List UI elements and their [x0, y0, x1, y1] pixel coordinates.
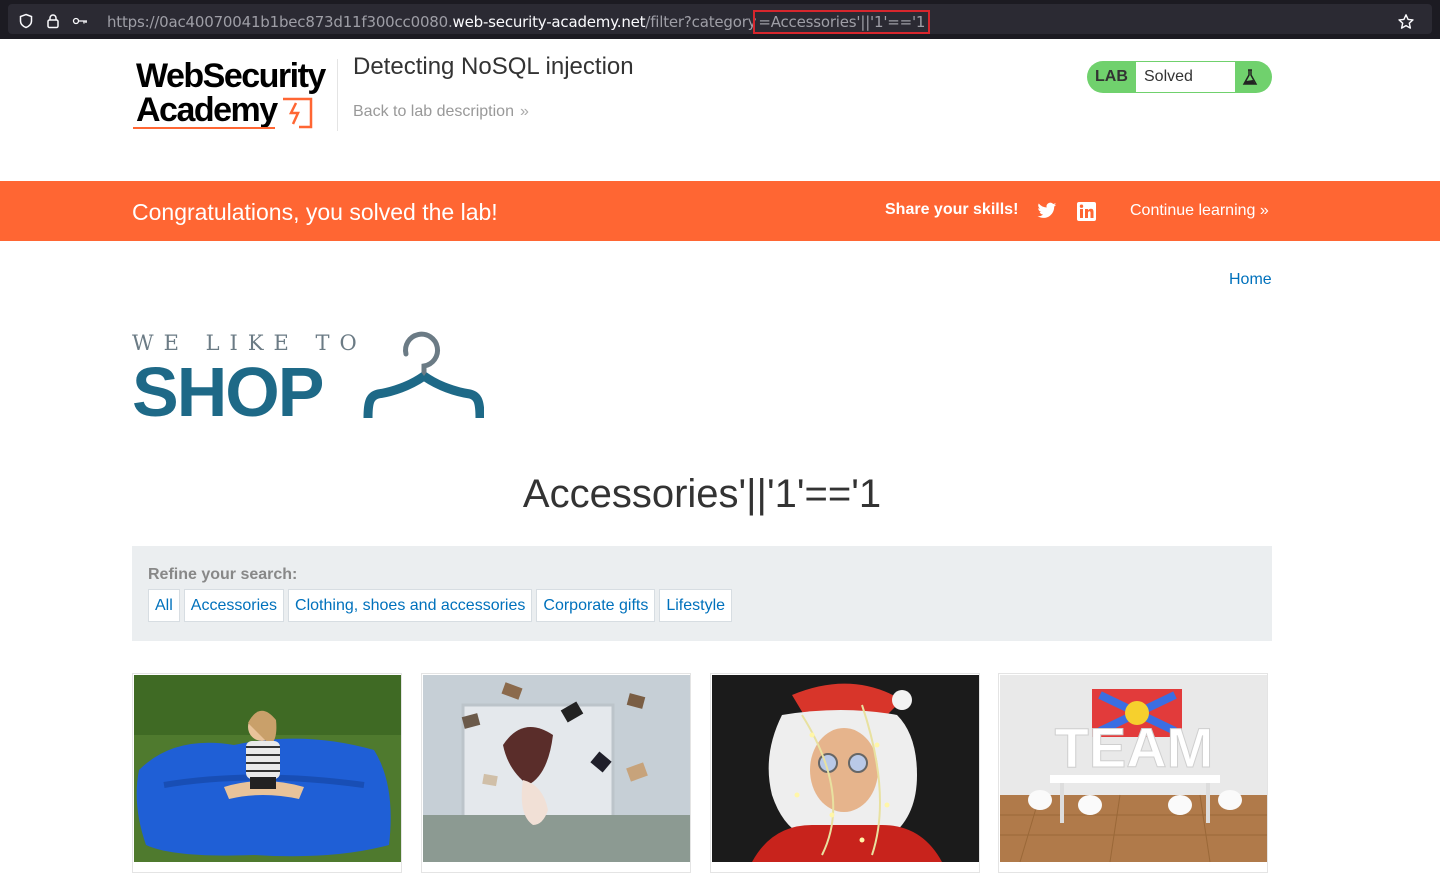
product-image-santa-lights[interactable]	[712, 675, 979, 862]
shield-icon[interactable]	[18, 13, 34, 29]
filter-clothing-shoes-accessories[interactable]: Clothing, shoes and accessories	[288, 589, 533, 622]
status-lab-label: LAB	[1095, 68, 1128, 85]
category-title: Accessories'||'1'=='1	[522, 472, 882, 516]
header-divider	[337, 59, 338, 131]
url-domain: web-security-academy.net	[452, 13, 646, 31]
share-skills-label: Share your skills!	[885, 201, 1019, 218]
hanger-icon	[363, 331, 484, 419]
status-text: Solved	[1136, 62, 1235, 92]
linkedin-icon[interactable]	[1077, 202, 1096, 221]
lab-header: WebSecurity Academy Detecting NoSQL inje…	[0, 39, 1440, 181]
shop-name: SHOP	[132, 353, 324, 431]
continue-learning-link[interactable]: Continue learning »	[1130, 202, 1269, 220]
shop-logo: WE LIKE TO SHOP	[132, 330, 484, 430]
url-prefix: https://0ac40070041b1bec873d11f300cc0080…	[107, 13, 453, 31]
refine-label: Refine your search:	[148, 566, 298, 583]
url-highlighted-payload: =Accessories'||'1'=='1	[753, 10, 931, 34]
flask-icon	[1242, 69, 1258, 85]
filter-accessories[interactable]: Accessories	[183, 589, 285, 622]
continue-learning-label: Continue learning	[1130, 202, 1256, 219]
logo-text-line1: WebSecurity	[136, 57, 326, 95]
lab-status-badge: LAB Solved	[1087, 61, 1272, 93]
solved-banner: Congratulations, you solved the lab! Sha…	[0, 181, 1440, 241]
twitter-icon[interactable]	[1037, 202, 1057, 220]
filter-all[interactable]: All	[148, 589, 180, 622]
congratulations-message: Congratulations, you solved the lab!	[132, 199, 498, 225]
logo-text-line2: Academy	[136, 91, 278, 129]
product-card[interactable]: TEAM	[998, 673, 1268, 873]
address-bar[interactable]: https://0ac40070041b1bec873d11f300cc0080…	[8, 4, 1432, 34]
product-image-beanbag[interactable]	[134, 675, 401, 862]
filter-lifestyle[interactable]: Lifestyle	[659, 589, 733, 622]
url-path: /filter?category	[645, 13, 757, 31]
product-image-flying-books[interactable]	[423, 675, 690, 862]
product-grid: TEAM	[132, 673, 1272, 881]
home-link[interactable]: Home	[1229, 271, 1272, 289]
back-to-description-link[interactable]: Back to lab description »	[353, 103, 529, 121]
browser-toolbar: https://0ac40070041b1bec873d11f300cc0080…	[0, 0, 1440, 39]
logo-bolt-icon	[283, 97, 313, 129]
lock-icon[interactable]	[45, 13, 61, 29]
academy-logo[interactable]: WebSecurity Academy	[133, 57, 338, 135]
logo-underline	[133, 127, 275, 129]
product-card[interactable]	[710, 673, 980, 873]
lab-title: Detecting NoSQL injection	[353, 53, 634, 80]
filter-corporate-gifts[interactable]: Corporate gifts	[536, 589, 656, 622]
double-chevron-right-icon: »	[1255, 202, 1269, 219]
filter-list: All Accessories Clothing, shoes and acce…	[148, 589, 733, 622]
refine-search-panel: Refine your search: All Accessories Clot…	[132, 546, 1272, 641]
back-link-label: Back to lab description	[353, 103, 514, 120]
product-card[interactable]	[421, 673, 691, 873]
product-card[interactable]	[132, 673, 402, 873]
permissions-icon[interactable]	[72, 13, 88, 29]
url-text[interactable]: https://0ac40070041b1bec873d11f300cc0080…	[107, 10, 931, 34]
bookmark-star-icon[interactable]	[1397, 13, 1415, 31]
team-sign-image-text: TEAM	[1055, 716, 1214, 779]
product-image-team-sign[interactable]: TEAM	[1000, 675, 1267, 862]
double-chevron-right-icon: »	[519, 103, 529, 120]
